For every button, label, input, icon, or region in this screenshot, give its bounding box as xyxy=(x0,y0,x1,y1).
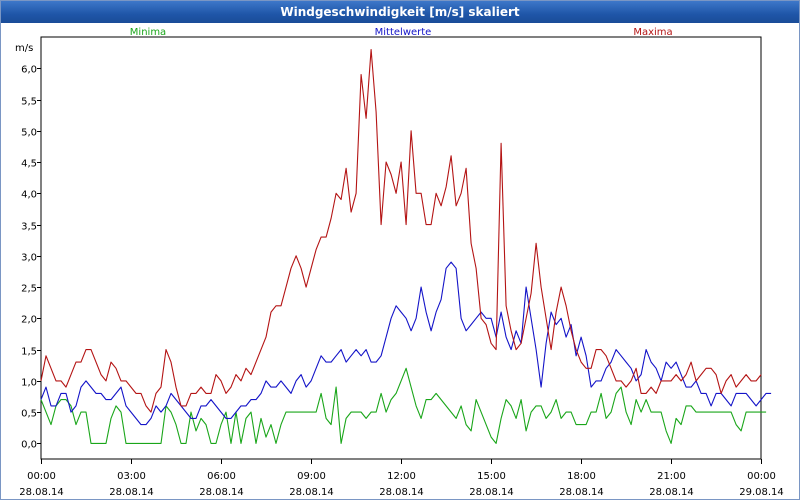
x-tick-time: 09:00 xyxy=(297,471,326,482)
x-tick-date: 28.08.14 xyxy=(649,487,694,498)
y-axis-label: m/s xyxy=(15,43,33,54)
legend-entry-maxima: Maxima xyxy=(633,27,672,38)
x-tick-time: 18:00 xyxy=(567,471,596,482)
chart-canvas: 0,0 0,5 1,0 1,5 2,0 2,5 3,0 3,5 4,0 4,5 5,0 5,5 6,0 m… xyxy=(15,27,784,498)
x-tick-date: 28.08.14 xyxy=(559,487,604,498)
legend-entry-mittelwerte: Mittelwerte xyxy=(375,27,432,38)
x-tick-date: 28.08.14 xyxy=(199,487,244,498)
y-tick-label: 4,5 xyxy=(21,159,37,170)
y-tick-label: 5,0 xyxy=(21,128,37,139)
y-tick-label: 2,5 xyxy=(21,284,37,295)
y-tick-label: 0,0 xyxy=(21,440,37,451)
x-tick-time: 15:00 xyxy=(477,471,506,482)
y-tick-label: 3,0 xyxy=(21,253,37,264)
y-tick-label: 5,5 xyxy=(21,97,37,108)
legend: Minima Mittelwerte Maxima xyxy=(130,27,673,38)
x-tick-time: 00:00 xyxy=(747,471,776,482)
x-tick-date: 28.08.14 xyxy=(379,487,424,498)
chart-window: Windgeschwindigkeit [m/s] skaliert 0,0 0,… xyxy=(0,0,800,500)
legend-entry-minima: Minima xyxy=(130,27,166,38)
x-tick-date: 28.08.14 xyxy=(109,487,154,498)
x-tick-time: 12:00 xyxy=(387,471,416,482)
x-tick-time: 00:00 xyxy=(27,471,56,482)
y-tick-label: 4,0 xyxy=(21,190,37,201)
x-tick-date: 28.08.14 xyxy=(19,487,64,498)
y-tick-label: 1,5 xyxy=(21,347,37,358)
x-tick-date: 29.08.14 xyxy=(739,487,784,498)
y-tick-label: 0,5 xyxy=(21,409,37,420)
x-tick-date: 28.08.14 xyxy=(289,487,334,498)
x-tick-date: 28.08.14 xyxy=(469,487,514,498)
x-tick-time: 03:00 xyxy=(117,471,146,482)
x-tick-time: 21:00 xyxy=(657,471,686,482)
plot-frame xyxy=(40,36,762,460)
y-tick-label: 1,0 xyxy=(21,378,37,389)
y-tick-label: 2,0 xyxy=(21,315,37,326)
y-tick-label: 6,0 xyxy=(21,65,37,76)
axes: 0,0 0,5 1,0 1,5 2,0 2,5 3,0 3,5 4,0 4,5 5,0 5,5 6,0 m… xyxy=(15,36,784,498)
y-tick-label: 3,5 xyxy=(21,222,37,233)
x-tick-time: 06:00 xyxy=(207,471,236,482)
